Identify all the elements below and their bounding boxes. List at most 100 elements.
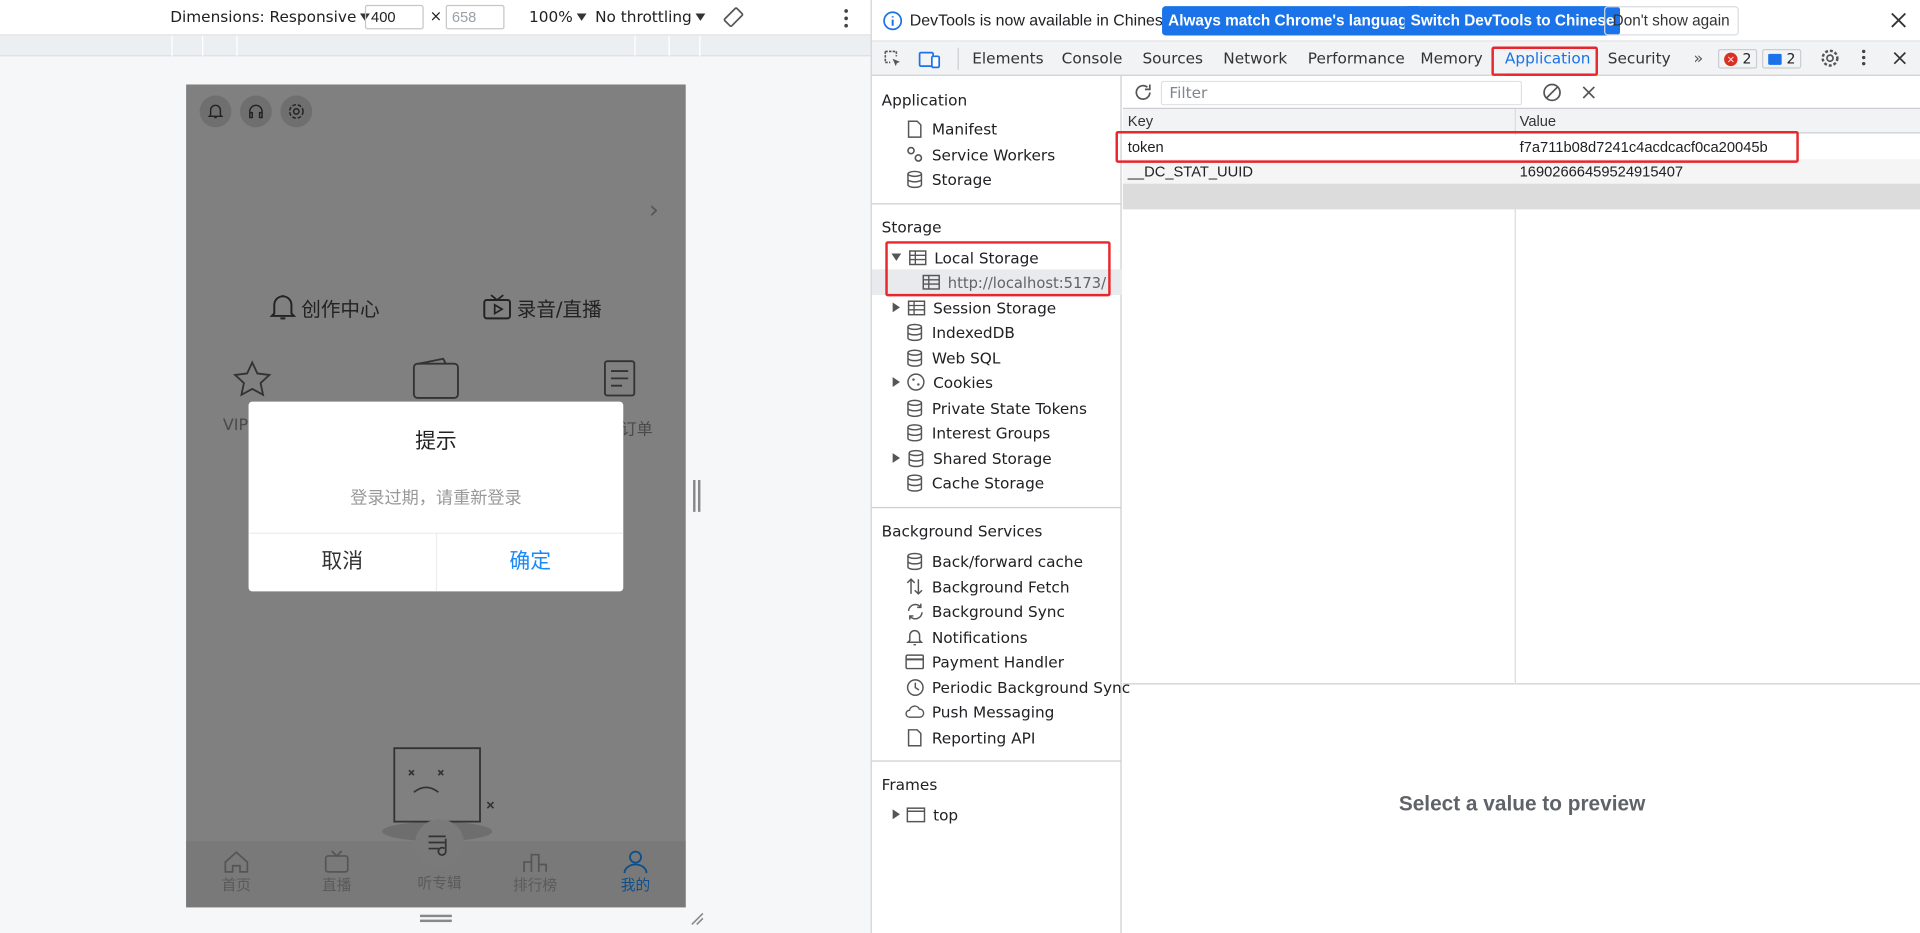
- creator-center-entry[interactable]: 创作中心: [269, 293, 380, 322]
- zoom-select[interactable]: 100%: [529, 7, 587, 26]
- storage-table: Key Value token f7a711b08d7241c4acdcacf0…: [1115, 108, 1920, 685]
- delete-selected-icon[interactable]: [1582, 86, 1595, 99]
- dimensions-select[interactable]: Dimensions: Responsive: [170, 7, 370, 26]
- order-icon[interactable]: [602, 359, 636, 398]
- database-icon: [905, 398, 925, 418]
- sidebar-item-shared-storage[interactable]: Shared Storage: [892, 446, 1052, 470]
- close-devtools-icon[interactable]: [1893, 51, 1906, 65]
- wallet-icon[interactable]: [411, 356, 460, 400]
- chevron-right-icon[interactable]: ›: [649, 195, 659, 224]
- settings-icon[interactable]: [280, 95, 313, 128]
- tab-album[interactable]: 听专辑: [409, 819, 470, 892]
- sidebar-item-back-forward-cache[interactable]: Back/forward cache: [905, 549, 1083, 573]
- filter-input[interactable]: Filter: [1160, 80, 1523, 106]
- resize-handle-right[interactable]: [693, 480, 701, 512]
- switch-to-chinese-button[interactable]: Switch DevTools to Chinese: [1404, 6, 1621, 36]
- refresh-icon[interactable]: [1133, 82, 1154, 103]
- close-icon[interactable]: [1891, 12, 1907, 28]
- tab-mine[interactable]: 我的: [610, 850, 661, 895]
- sidebar-item-reporting-api[interactable]: Reporting API: [905, 725, 1035, 749]
- sidebar-item-notifications[interactable]: Notifications: [905, 624, 1028, 648]
- record-live-entry[interactable]: 录音/直播: [482, 293, 602, 322]
- star-icon[interactable]: [231, 359, 273, 401]
- section-application: Application: [881, 90, 968, 109]
- tab-security[interactable]: Security: [1608, 42, 1671, 76]
- sidebar-item-web-sql[interactable]: Web SQL: [905, 345, 1000, 369]
- ranking-icon: [523, 853, 547, 872]
- media-query-ruler[interactable]: [0, 35, 871, 57]
- local-storage-highlight: [885, 241, 1111, 297]
- sidebar-item-label: Cookies: [933, 372, 994, 392]
- sidebar-item-background-fetch[interactable]: Background Fetch: [905, 574, 1070, 598]
- sidebar-item-manifest[interactable]: Manifest: [905, 116, 997, 140]
- sidebar-item-session-storage[interactable]: Session Storage: [892, 295, 1056, 319]
- tab-memory[interactable]: Memory: [1420, 42, 1482, 76]
- devtools-tabbar: Elements Console Sources Network Perform…: [871, 41, 1920, 76]
- section-storage: Storage: [881, 217, 942, 237]
- sidebar-item-service-workers[interactable]: Service Workers: [905, 142, 1055, 166]
- table-row-selected-empty[interactable]: [1122, 183, 1920, 210]
- frame-icon: [906, 804, 926, 824]
- database-icon: [905, 322, 925, 342]
- tab-network[interactable]: Network: [1223, 42, 1287, 76]
- sidebar-item-private-state-tokens[interactable]: Private State Tokens: [905, 396, 1087, 420]
- bottom-tabbar: 首页 直播 听专辑 排行榜 我的: [186, 819, 686, 908]
- customize-menu-icon[interactable]: [1861, 49, 1866, 66]
- sidebar-item-background-sync[interactable]: Background Sync: [905, 599, 1065, 623]
- document-icon: [905, 119, 925, 139]
- more-tabs-icon[interactable]: »: [1693, 50, 1703, 68]
- database-icon: [906, 448, 926, 468]
- database-icon: [905, 169, 925, 189]
- resize-handle-bottom[interactable]: [420, 914, 452, 923]
- dont-show-again-button[interactable]: Don't show again: [1604, 6, 1739, 36]
- times-sign: ×: [429, 7, 443, 25]
- sidebar-item-interest-groups[interactable]: Interest Groups: [905, 420, 1050, 444]
- error-counter[interactable]: × 2: [1717, 48, 1758, 69]
- tab-console[interactable]: Console: [1062, 42, 1123, 76]
- tab-performance[interactable]: Performance: [1308, 42, 1405, 76]
- inspect-element-icon[interactable]: [883, 49, 903, 69]
- sidebar-item-label: Web SQL: [931, 348, 1001, 367]
- tab-mine-label: 我的: [620, 876, 651, 894]
- tab-elements[interactable]: Elements: [972, 42, 1043, 76]
- tab-live[interactable]: 直播: [311, 850, 362, 895]
- dialog-cancel-button[interactable]: 取消: [249, 534, 436, 592]
- sidebar-item-payment-handler[interactable]: Payment Handler: [905, 649, 1064, 673]
- always-match-language-button[interactable]: Always match Chrome's language: [1162, 6, 1423, 36]
- tab-ranking[interactable]: 排行榜: [509, 850, 560, 895]
- message-counter[interactable]: 2: [1762, 48, 1802, 69]
- device-toolbar: Dimensions: Responsive 400 × 658 100% No…: [0, 0, 871, 36]
- column-value-header[interactable]: Value: [1515, 109, 1920, 133]
- dialog-confirm-button[interactable]: 确定: [437, 534, 623, 592]
- sidebar-item-cache-storage[interactable]: Cache Storage: [905, 470, 1044, 494]
- dropdown-caret-icon: [576, 12, 587, 21]
- sidebar-item-periodic-background-sync[interactable]: Periodic Background Sync: [905, 675, 1130, 699]
- sidebar-item-cookies[interactable]: Cookies: [892, 370, 994, 394]
- sidebar-item-storage-overview[interactable]: Storage: [905, 167, 992, 191]
- sidebar-item-push-messaging[interactable]: Push Messaging: [905, 699, 1054, 723]
- sidebar-item-label: Service Workers: [931, 145, 1056, 164]
- tv-icon: [483, 294, 511, 320]
- sidebar-item-label: Private State Tokens: [931, 398, 1087, 417]
- headset-icon[interactable]: [240, 95, 272, 128]
- sidebar-item-indexeddb[interactable]: IndexedDB: [905, 320, 1015, 344]
- device-toggle-icon[interactable]: [918, 49, 941, 69]
- resize-corner-icon[interactable]: [689, 911, 704, 926]
- sidebar-item-label: Cache Storage: [931, 473, 1045, 492]
- bell-icon[interactable]: [199, 95, 232, 128]
- database-icon: [905, 422, 925, 442]
- devtools-panel: DevTools is now available in Chinese! Al…: [870, 0, 1920, 933]
- tab-home[interactable]: 首页: [211, 850, 262, 895]
- tab-sources[interactable]: Sources: [1142, 42, 1203, 76]
- sidebar-item-frame-top[interactable]: top: [892, 802, 958, 826]
- dialog-title: 提示: [415, 429, 457, 455]
- height-input[interactable]: 658: [445, 4, 505, 30]
- more-options-icon[interactable]: [842, 9, 849, 29]
- throttle-select[interactable]: No throttling: [595, 7, 706, 26]
- settings-gear-icon[interactable]: [1820, 48, 1841, 69]
- column-key-header[interactable]: Key: [1123, 109, 1515, 133]
- clear-all-icon[interactable]: [1542, 82, 1563, 103]
- rotate-icon[interactable]: [722, 6, 744, 28]
- width-input[interactable]: 400: [364, 4, 424, 30]
- collapsed-arrow-icon: [892, 453, 901, 463]
